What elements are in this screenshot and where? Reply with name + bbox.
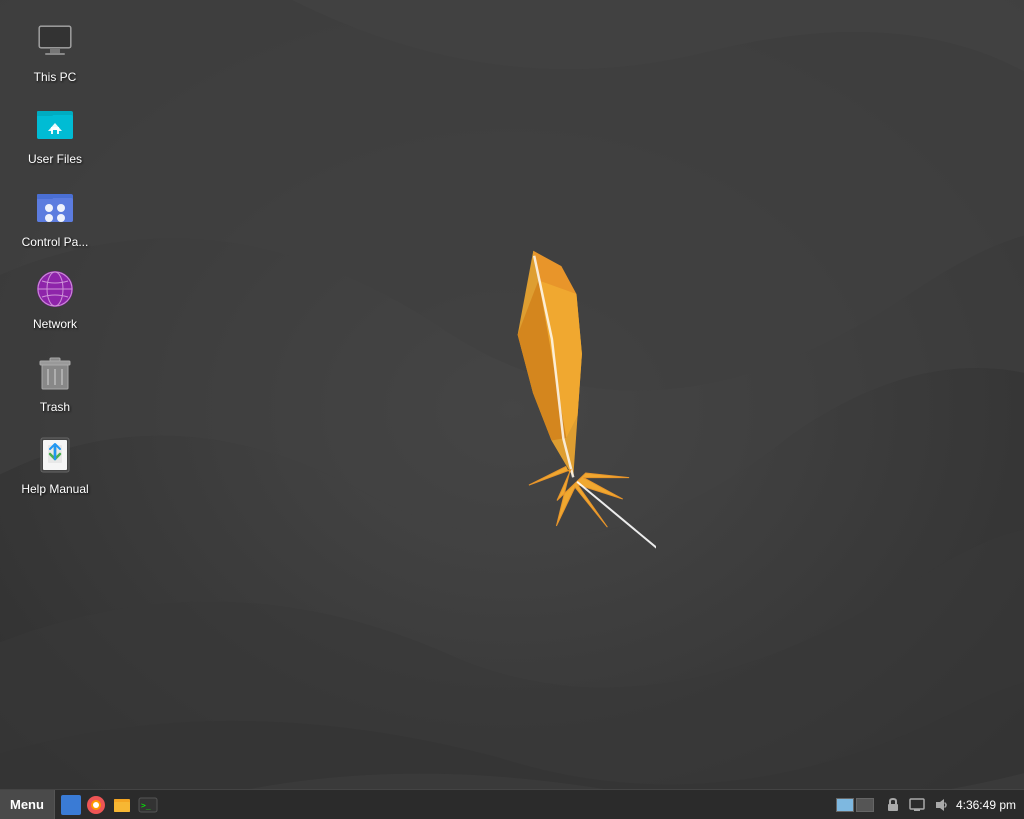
workspace-1[interactable] <box>836 798 854 812</box>
workspace-switcher <box>832 798 878 812</box>
user-files-icon-image <box>31 100 79 148</box>
taskbar-terminal-icon[interactable]: >_ <box>137 794 159 816</box>
control-panel-label: Control Pa... <box>22 235 89 249</box>
desktop-background <box>0 0 1024 819</box>
taskbar-files-icon[interactable] <box>111 794 133 816</box>
tray-lock-icon[interactable] <box>884 796 902 814</box>
taskbar-apps: >_ <box>55 794 824 816</box>
help-manual-icon[interactable]: Help Manual <box>10 422 100 504</box>
control-panel-icon-image <box>31 183 79 231</box>
network-icon-image <box>31 265 79 313</box>
network-label: Network <box>33 317 77 331</box>
svg-text:>_: >_ <box>141 801 151 810</box>
help-manual-icon-image <box>31 430 79 478</box>
this-pc-label: This PC <box>34 70 77 84</box>
network-icon[interactable]: Network <box>10 257 100 339</box>
this-pc-icon-image <box>31 18 79 66</box>
tray-screen-icon[interactable] <box>908 796 926 814</box>
workspace-2[interactable] <box>856 798 874 812</box>
desktop-icons-column: This PC User Files <box>10 10 100 504</box>
trash-icon[interactable]: Trash <box>10 340 100 422</box>
user-files-label: User Files <box>28 152 82 166</box>
taskbar-time: 4:36:49 pm <box>956 798 1016 812</box>
this-pc-icon[interactable]: This PC <box>10 10 100 92</box>
trash-icon-image <box>31 348 79 396</box>
user-files-icon[interactable]: User Files <box>10 92 100 174</box>
trash-label: Trash <box>40 400 70 414</box>
menu-label: Menu <box>10 797 44 812</box>
tray-volume-icon[interactable] <box>932 796 950 814</box>
taskbar-tray: 4:36:49 pm <box>824 796 1024 814</box>
taskbar-firefox-icon[interactable] <box>85 794 107 816</box>
taskbar: Menu <box>0 789 1024 819</box>
help-manual-label: Help Manual <box>21 482 88 496</box>
taskbar-desktop-icon[interactable] <box>61 795 81 815</box>
desktop: This PC User Files <box>0 0 1024 819</box>
menu-button[interactable]: Menu <box>0 790 55 819</box>
control-panel-icon[interactable]: Control Pa... <box>10 175 100 257</box>
